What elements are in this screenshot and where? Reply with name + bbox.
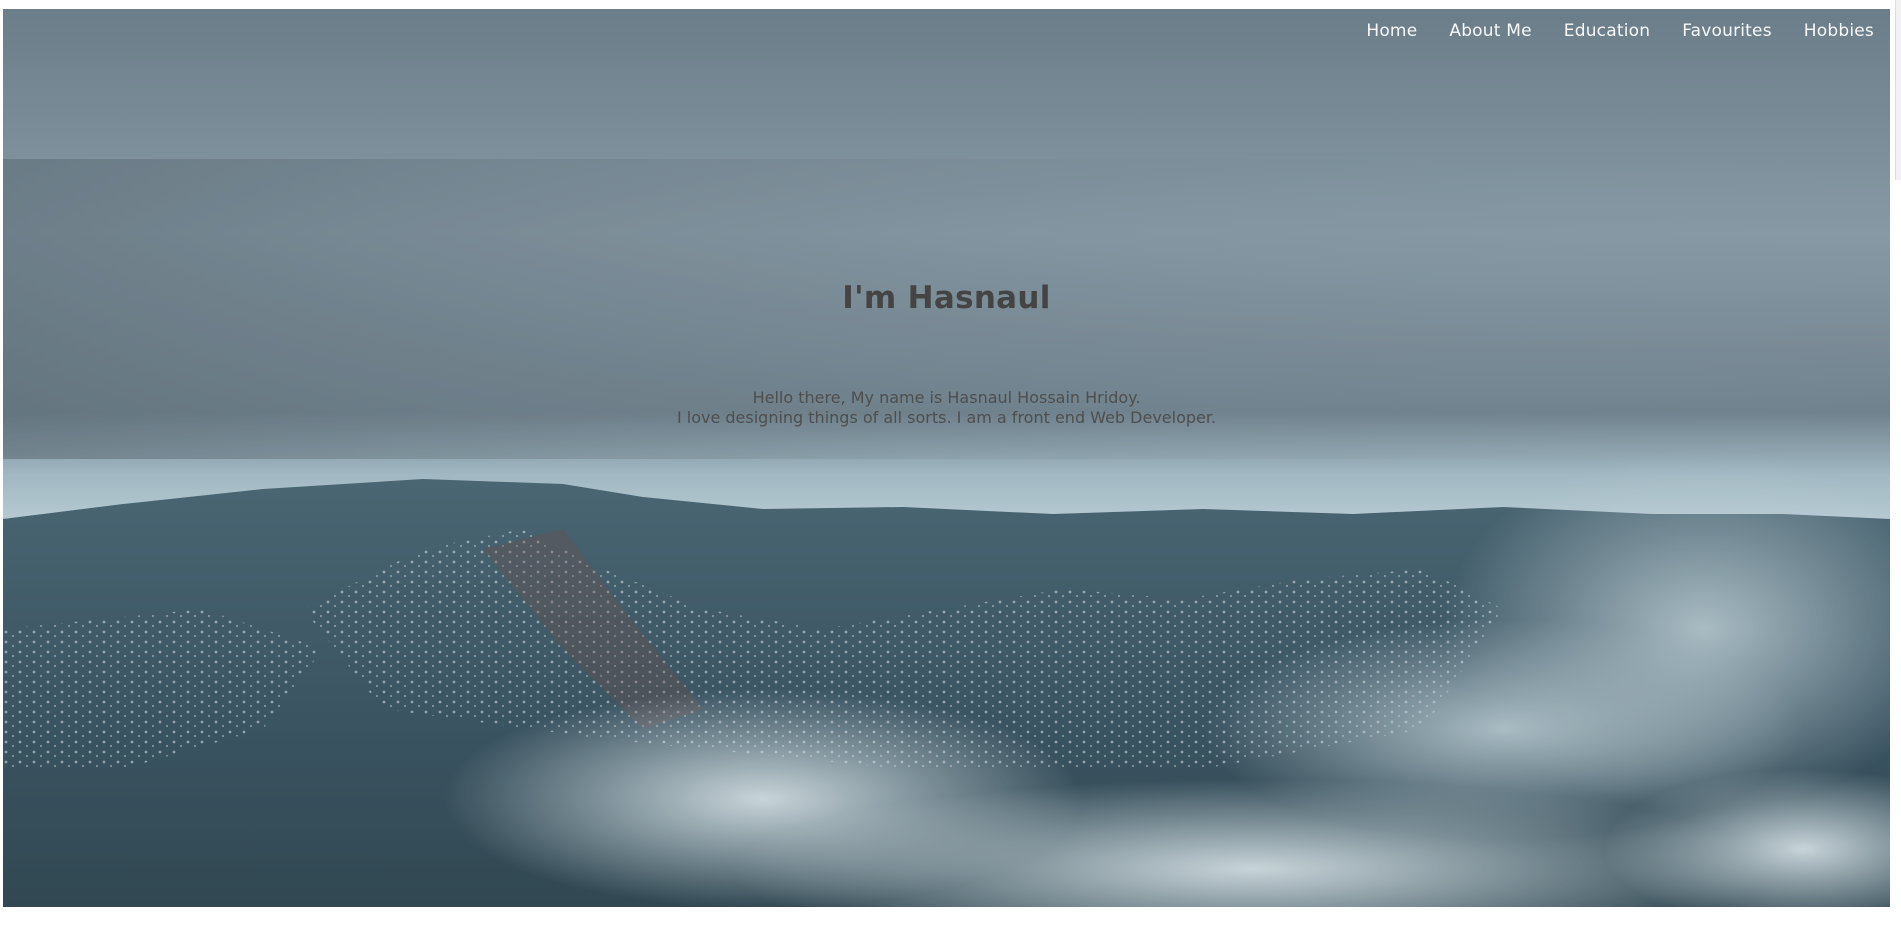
nav-link-education[interactable]: Education: [1564, 21, 1650, 41]
hero-title: I'm Hasnaul: [842, 280, 1051, 316]
nav-link-hobbies[interactable]: Hobbies: [1804, 21, 1874, 41]
hero-intro: Hello there, My name is Hasnaul Hossain …: [3, 388, 1890, 428]
hero-section: Home About Me Education Favourites Hobbi…: [3, 9, 1890, 907]
nav-link-about-me[interactable]: About Me: [1449, 21, 1531, 41]
intro-line-2: I love designing things of all sorts. I …: [676, 408, 1217, 427]
page-scrollbar[interactable]: [1895, 0, 1901, 180]
page: Home About Me Education Favourites Hobbi…: [0, 0, 1901, 928]
nav-link-favourites[interactable]: Favourites: [1682, 21, 1772, 41]
intro-line-1: Hello there, My name is Hasnaul Hossain …: [752, 388, 1141, 407]
main-navigation: Home About Me Education Favourites Hobbi…: [1366, 21, 1874, 41]
hero-background-image: [3, 9, 1890, 907]
nav-link-home[interactable]: Home: [1366, 21, 1417, 41]
